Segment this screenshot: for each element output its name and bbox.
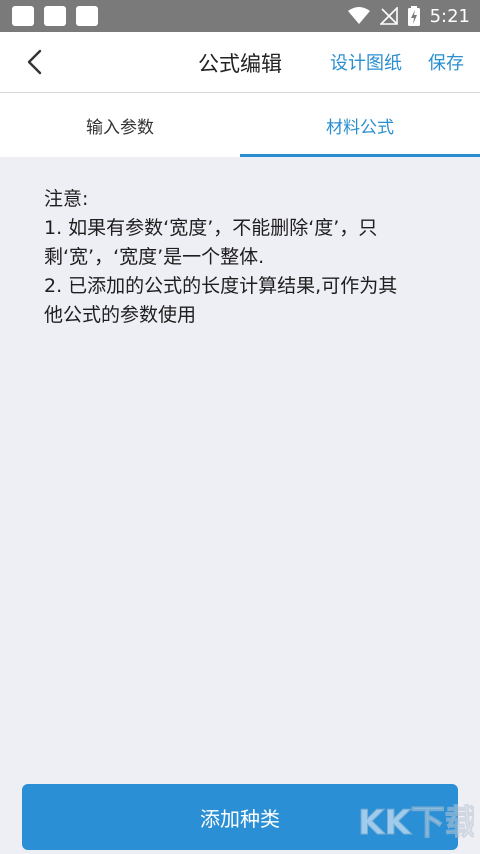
add-category-button[interactable]: 添加种类 bbox=[22, 784, 458, 850]
tab-material-formula[interactable]: 材料公式 bbox=[240, 93, 480, 157]
notification-icon bbox=[76, 6, 98, 26]
wifi-icon bbox=[347, 7, 370, 24]
save-button[interactable]: 保存 bbox=[428, 49, 464, 75]
note-line: 剩‘宽’，‘宽度’是一个整体. bbox=[44, 246, 265, 268]
note-line: 他公式的参数使用 bbox=[44, 304, 197, 326]
battery-charging-icon bbox=[407, 6, 420, 26]
no-signal-icon bbox=[379, 7, 398, 25]
note-text: 注意: 1. 如果有参数‘宽度’，不能删除‘度’，只 剩‘宽’，‘宽度’是一个整… bbox=[44, 185, 444, 330]
chevron-left-icon bbox=[27, 49, 42, 75]
tab-input-params[interactable]: 输入参数 bbox=[0, 93, 240, 157]
tab-bar: 输入参数 材料公式 bbox=[0, 93, 480, 157]
note-line: 注意: bbox=[44, 188, 89, 210]
notification-icon bbox=[44, 6, 66, 26]
page-title: 公式编辑 bbox=[198, 52, 282, 76]
content-area: 注意: 1. 如果有参数‘宽度’，不能删除‘度’，只 剩‘宽’，‘宽度’是一个整… bbox=[0, 157, 480, 854]
note-line: 1. 如果有参数‘宽度’，不能删除‘度’，只 bbox=[44, 217, 378, 239]
notification-icon bbox=[12, 6, 34, 26]
clock: 5:21 bbox=[429, 5, 470, 27]
note-line: 2. 已添加的公式的长度计算结果,可作为其 bbox=[44, 275, 398, 297]
back-button[interactable] bbox=[20, 46, 52, 78]
status-bar: 5:21 bbox=[0, 0, 480, 32]
app-header: 公式编辑 设计图纸 保存 bbox=[0, 32, 480, 93]
design-drawing-button[interactable]: 设计图纸 bbox=[330, 49, 402, 75]
